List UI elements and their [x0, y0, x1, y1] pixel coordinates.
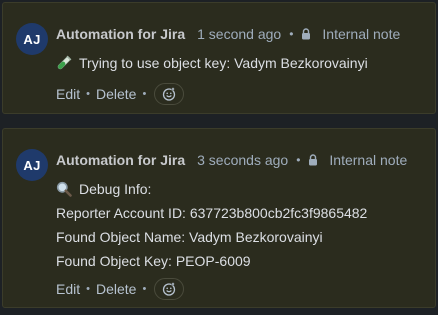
- lock-icon: [301, 28, 311, 40]
- comment-line: Reporter Account ID: 637723b800cb2fc3f98…: [56, 201, 367, 225]
- delete-button[interactable]: Delete: [96, 86, 136, 102]
- action-separator: •: [86, 283, 90, 295]
- timestamp[interactable]: 3 seconds ago: [197, 152, 288, 168]
- comment-card: AJ Automation for Jira 1 second ago • In…: [2, 2, 436, 114]
- add-reaction-button[interactable]: [154, 278, 185, 300]
- visibility-label: Internal note: [322, 26, 401, 42]
- add-reaction-button[interactable]: [154, 83, 185, 105]
- avatar[interactable]: AJ: [16, 149, 48, 181]
- emoji-add-icon: [163, 87, 176, 101]
- magnifying-glass-icon: [56, 181, 72, 197]
- comment-text: Found Object Key: PEOP-6009: [56, 253, 251, 269]
- comment-header: Automation for Jira 1 second ago • Inter…: [56, 24, 400, 44]
- comment-body: Trying to use object key: Vadym Bezkorov…: [56, 51, 368, 75]
- action-separator: •: [142, 88, 147, 100]
- action-separator: •: [142, 283, 147, 295]
- comment-line: Found Object Key: PEOP-6009: [56, 249, 367, 273]
- timestamp[interactable]: 1 second ago: [197, 26, 281, 42]
- test-tube-icon: [56, 55, 72, 71]
- edit-button[interactable]: Edit: [56, 86, 80, 102]
- author-name[interactable]: Automation for Jira: [56, 26, 185, 42]
- header-separator: •: [296, 153, 301, 167]
- comment-line: Debug Info:: [56, 177, 367, 201]
- avatar[interactable]: AJ: [16, 23, 48, 55]
- comment-header: Automation for Jira 3 seconds ago • Inte…: [56, 150, 407, 170]
- comment-text: Debug Info:: [79, 181, 152, 197]
- comment-line: Trying to use object key: Vadym Bezkorov…: [56, 51, 368, 75]
- author-name[interactable]: Automation for Jira: [56, 152, 185, 168]
- comment-text: Trying to use object key: Vadym Bezkorov…: [79, 55, 368, 71]
- lock-icon: [308, 154, 318, 166]
- emoji-add-icon: [163, 282, 176, 296]
- visibility-label: Internal note: [329, 152, 408, 168]
- comment-actions: Edit • Delete •: [56, 82, 185, 106]
- delete-button[interactable]: Delete: [96, 281, 136, 297]
- comment-text: Reporter Account ID: 637723b800cb2fc3f98…: [56, 205, 368, 221]
- comment-actions: Edit • Delete •: [56, 277, 185, 301]
- comment-card: AJ Automation for Jira 3 seconds ago • I…: [2, 128, 436, 308]
- comment-body: Debug Info: Reporter Account ID: 637723b…: [56, 177, 367, 273]
- action-separator: •: [86, 88, 90, 100]
- edit-button[interactable]: Edit: [56, 281, 80, 297]
- comment-text: Found Object Name: Vadym Bezkorovainyi: [56, 229, 323, 245]
- comment-line: Found Object Name: Vadym Bezkorovainyi: [56, 225, 367, 249]
- header-separator: •: [289, 27, 294, 41]
